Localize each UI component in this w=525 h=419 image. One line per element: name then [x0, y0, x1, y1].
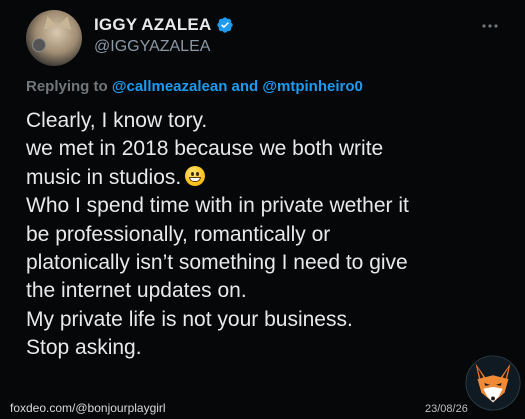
profile-avatar[interactable] [26, 10, 82, 66]
more-dots-icon [482, 24, 498, 28]
tweet-line-text: music in studios. [26, 165, 182, 189]
tweet-line: Who I spend time with in private wether … [26, 194, 409, 218]
replying-prefix: Replying to [26, 78, 108, 95]
tweet-line-with-emoji: music in studios. [26, 164, 516, 192]
verified-badge-icon [217, 17, 233, 33]
watermark-source: foxdeo.com/@bonjourplaygirl [10, 401, 166, 415]
mention-link-2[interactable]: @mtpinheiro0 [262, 78, 362, 95]
avatar-microphone [32, 38, 46, 52]
tweet-line: Clearly, I know tory. [26, 109, 208, 132]
mention-link-1[interactable]: @callmeazalean [112, 78, 228, 95]
grinning-face-emoji-icon [185, 165, 206, 186]
replying-and: and [231, 78, 259, 95]
avatar-cat-ear-right [57, 14, 75, 30]
tweet-line: My private life is not your business. [26, 307, 353, 331]
fox-logo-icon [465, 355, 521, 411]
tweet-line: Stop asking. [26, 336, 142, 360]
tweet-line: platonically isn’t something I need to g… [26, 251, 408, 275]
watermark-date: 23/08/26 [425, 403, 468, 415]
tweet-line: be professionally, romantically or [26, 222, 331, 246]
tweet-line: the internet updates on. [26, 279, 247, 303]
display-name[interactable]: IGGY AZALEA [94, 15, 211, 35]
tweet-line: we met in 2018 because we both write [26, 137, 384, 161]
replying-to-line: Replying to @callmeazalean and @mtpinhei… [26, 78, 363, 95]
more-horizontal-icon[interactable] [481, 20, 499, 30]
tweet-card: IGGY AZALEA @IGGYAZALEA Replying to @cal… [0, 0, 525, 419]
tweet-body: Clearly, I know tory. we met in 2018 bec… [26, 107, 516, 363]
avatar-cat-ear-left [40, 14, 58, 30]
user-handle[interactable]: @IGGYAZALEA [94, 38, 210, 56]
